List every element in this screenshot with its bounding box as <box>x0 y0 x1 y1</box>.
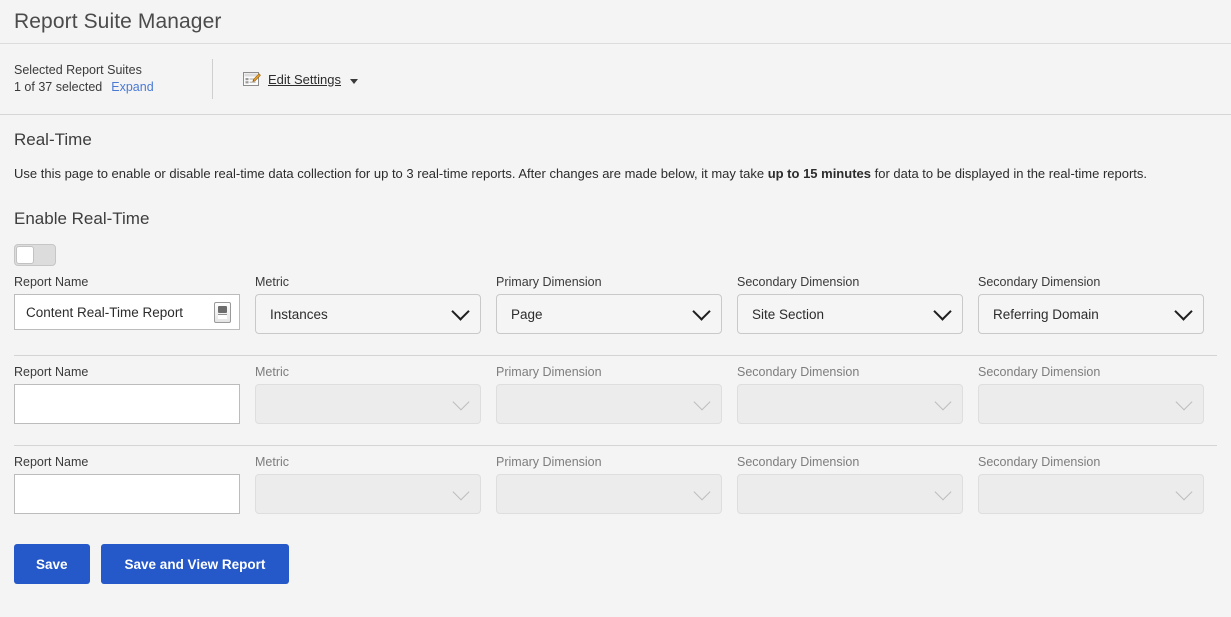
metric-select-2 <box>255 384 481 424</box>
title-bar: Report Suite Manager <box>0 0 1231 44</box>
selected-report-suites-title: Selected Report Suites <box>14 63 142 77</box>
chevron-down-icon <box>452 393 470 410</box>
metric-select-3 <box>255 474 481 514</box>
chevron-down-icon <box>1175 393 1193 410</box>
secondary-dimension-select-2a <box>737 384 963 424</box>
secondary-dimension-value-1b: Referring Domain <box>993 306 1099 322</box>
report-name-value-1: Content Real-Time Report <box>26 304 184 320</box>
metric-label-3: Metric <box>255 455 290 469</box>
expand-link[interactable]: Expand <box>111 79 153 96</box>
primary-dimension-field-2: Primary Dimension <box>496 365 722 424</box>
chevron-down-icon <box>451 302 470 321</box>
metric-field-1: Metric Instances <box>255 275 481 334</box>
description-emphasis: up to 15 minutes <box>767 166 871 181</box>
caret-down-icon <box>350 78 358 84</box>
save-button[interactable]: Save <box>14 544 90 584</box>
secondary-dimension-select-1a[interactable]: Site Section <box>737 294 963 334</box>
section-heading: Real-Time <box>14 130 92 149</box>
report-name-label-3: Report Name <box>14 455 89 469</box>
chevron-down-icon <box>934 393 952 410</box>
metric-label-2: Metric <box>255 365 290 379</box>
chevron-down-icon <box>934 483 952 500</box>
secondary-dimension-select-3a <box>737 474 963 514</box>
page-title: Report Suite Manager <box>14 9 222 33</box>
chevron-down-icon <box>452 483 470 500</box>
primary-dimension-value-1: Page <box>511 306 543 322</box>
chevron-down-icon <box>693 393 711 410</box>
secondary-dimension-label-2b: Secondary Dimension <box>978 365 1101 379</box>
toggle-knob <box>16 246 34 264</box>
action-buttons: Save Save and View Report <box>14 544 1217 584</box>
report-name-label-1: Report Name <box>14 275 89 289</box>
section-description: Use this page to enable or disable real-… <box>14 165 1217 183</box>
report-name-label-2: Report Name <box>14 365 89 379</box>
edit-settings-menu[interactable]: Edit Settings <box>243 71 358 88</box>
report-row-3: Report Name Metric Primary Dimension Sec… <box>14 445 1217 525</box>
stepper-icon[interactable] <box>214 301 231 323</box>
secondary-dimension-field-1a: Secondary Dimension Site Section <box>737 275 963 334</box>
report-name-input-1[interactable]: Content Real-Time Report <box>14 294 240 330</box>
secondary-dimension-value-1a: Site Section <box>752 306 825 322</box>
secondary-dimension-select-3b <box>978 474 1204 514</box>
primary-dimension-select-1[interactable]: Page <box>496 294 722 334</box>
secondary-dimension-field-3b: Secondary Dimension <box>978 455 1204 514</box>
metric-field-2: Metric <box>255 365 481 424</box>
secondary-dimension-label-1b: Secondary Dimension <box>978 275 1101 289</box>
content-area: Real-Time Use this page to enable or dis… <box>0 130 1231 584</box>
secondary-dimension-select-1b[interactable]: Referring Domain <box>978 294 1204 334</box>
report-name-field-2: Report Name <box>14 365 240 424</box>
primary-dimension-select-2 <box>496 384 722 424</box>
report-row-2: Report Name Metric Primary Dimension Sec… <box>14 355 1217 435</box>
primary-dimension-field-1: Primary Dimension Page <box>496 275 722 334</box>
primary-dimension-select-3 <box>496 474 722 514</box>
metric-field-3: Metric <box>255 455 481 514</box>
metric-select-1[interactable]: Instances <box>255 294 481 334</box>
chevron-down-icon <box>1174 302 1193 321</box>
save-and-view-report-button[interactable]: Save and View Report <box>100 544 290 584</box>
primary-dimension-label-1: Primary Dimension <box>496 275 602 289</box>
chevron-down-icon <box>1175 483 1193 500</box>
selected-count-label: 1 of 37 selected <box>14 80 103 94</box>
chevron-down-icon <box>693 483 711 500</box>
secondary-dimension-label-1a: Secondary Dimension <box>737 275 860 289</box>
metric-label-1: Metric <box>255 275 290 289</box>
enable-real-time-toggle[interactable] <box>14 244 56 266</box>
report-name-input-2[interactable] <box>14 384 240 424</box>
enable-real-time-heading: Enable Real-Time <box>14 209 150 228</box>
description-part-2: for data to be displayed in the real-tim… <box>870 166 1148 181</box>
description-part-1: Use this page to enable or disable real-… <box>14 166 768 181</box>
edit-document-icon <box>243 71 261 88</box>
chevron-down-icon <box>933 302 952 321</box>
primary-dimension-label-2: Primary Dimension <box>496 365 602 379</box>
toolbar: Selected Report Suites 1 of 37 selected … <box>0 44 1231 115</box>
report-name-field-1: Report Name Content Real-Time Report <box>14 275 240 334</box>
secondary-dimension-field-1b: Secondary Dimension Referring Domain <box>978 275 1204 334</box>
edit-settings-label: Edit Settings <box>268 71 341 87</box>
report-row-1: Report Name Content Real-Time Report Met… <box>14 266 1217 345</box>
secondary-dimension-label-2a: Secondary Dimension <box>737 365 860 379</box>
report-name-field-3: Report Name <box>14 455 240 514</box>
primary-dimension-field-3: Primary Dimension <box>496 455 722 514</box>
secondary-dimension-select-2b <box>978 384 1204 424</box>
secondary-dimension-field-3a: Secondary Dimension <box>737 455 963 514</box>
selected-report-suites-block: Selected Report Suites 1 of 37 selected … <box>0 62 208 96</box>
metric-value-1: Instances <box>270 306 328 322</box>
chevron-down-icon <box>692 302 711 321</box>
secondary-dimension-label-3b: Secondary Dimension <box>978 455 1101 469</box>
secondary-dimension-field-2b: Secondary Dimension <box>978 365 1204 424</box>
primary-dimension-label-3: Primary Dimension <box>496 455 602 469</box>
toolbar-divider <box>212 59 213 99</box>
selected-report-suites-status: 1 of 37 selected Expand <box>14 79 208 96</box>
secondary-dimension-label-3a: Secondary Dimension <box>737 455 860 469</box>
report-name-input-3[interactable] <box>14 474 240 514</box>
secondary-dimension-field-2a: Secondary Dimension <box>737 365 963 424</box>
